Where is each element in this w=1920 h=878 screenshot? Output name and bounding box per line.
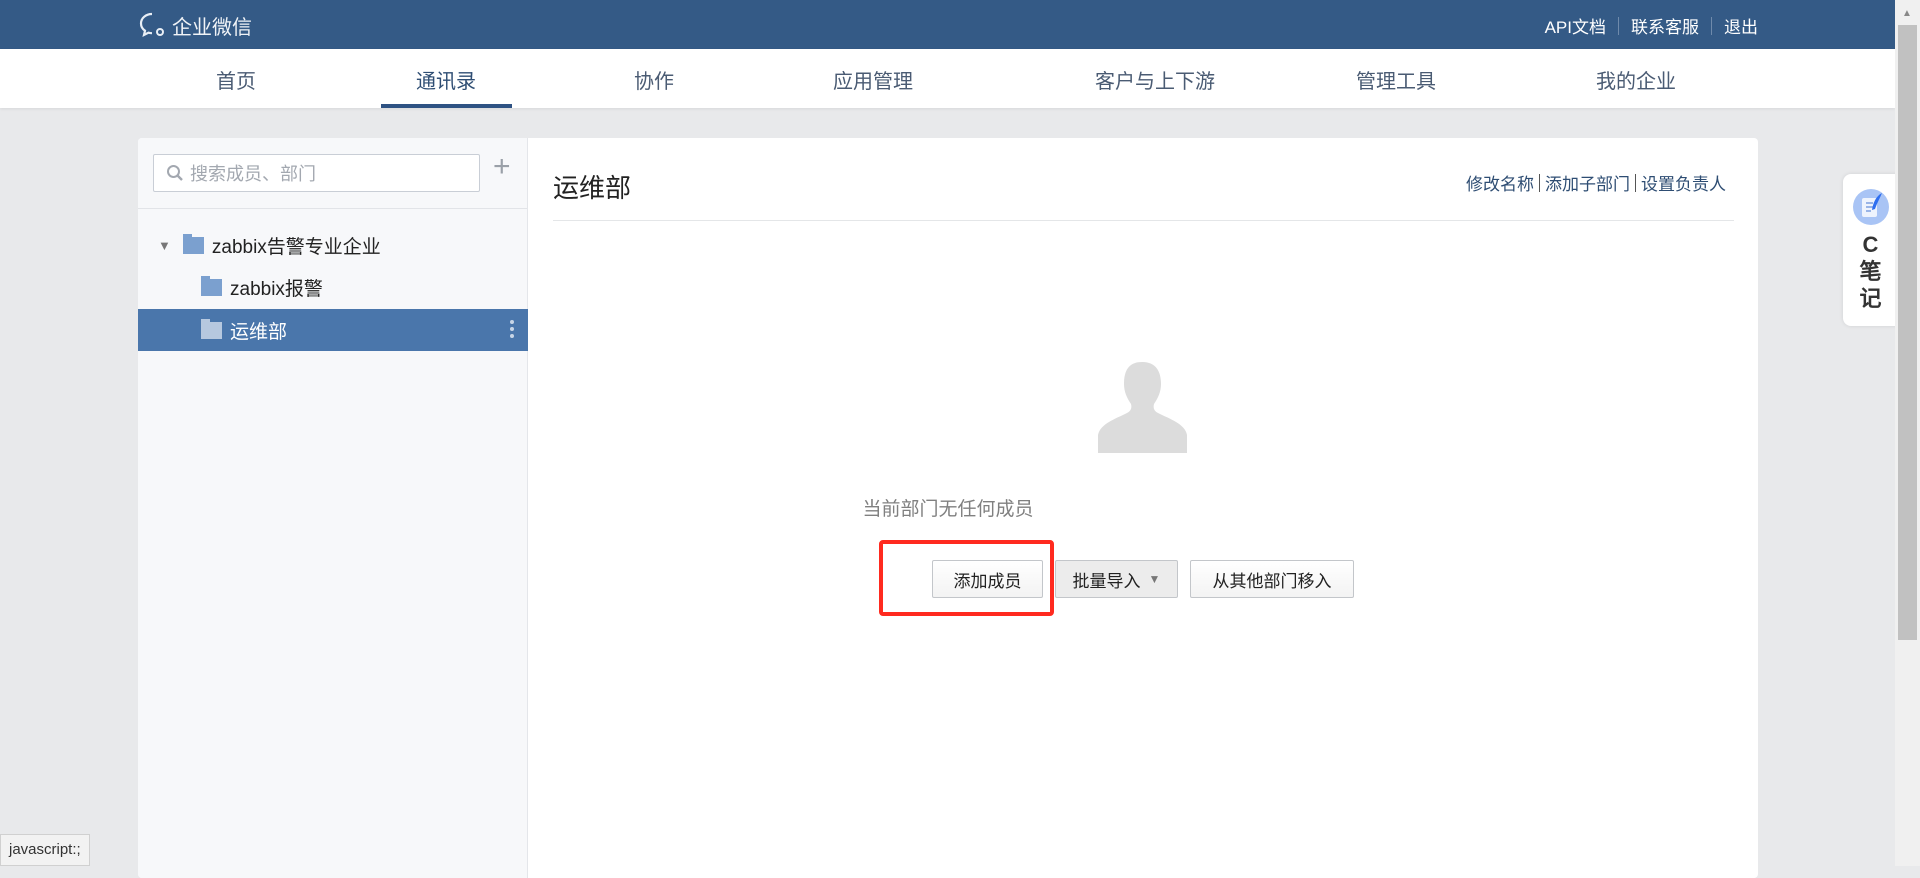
nav-contacts[interactable]: 通讯录 [416, 65, 476, 94]
tree-item-ops[interactable]: 运维部 [138, 309, 528, 351]
add-department-icon[interactable]: + [493, 150, 511, 184]
tree-item-label: zabbix报警 [230, 278, 323, 300]
widget-label: C笔记 [1859, 232, 1882, 311]
nav-admin-tools[interactable]: 管理工具 [1356, 65, 1436, 94]
folder-icon [201, 318, 222, 339]
tree-item-label: zabbix告警专业企业 [211, 236, 381, 258]
add-subdepartment-link[interactable]: 添加子部门 [1545, 170, 1630, 195]
department-title: 运维部 [553, 173, 632, 203]
nav-app-management[interactable]: 应用管理 [833, 65, 913, 94]
empty-avatar-icon [1098, 362, 1187, 453]
nav-home[interactable]: 首页 [216, 65, 256, 94]
divider [138, 208, 527, 209]
folder-icon [182, 233, 204, 254]
status-bar-url: javascript:; [0, 834, 90, 866]
wecom-logo-icon [139, 12, 164, 38]
nav-my-company[interactable]: 我的企业 [1596, 65, 1676, 94]
scroll-up-arrow-icon[interactable]: ▲ [1902, 8, 1912, 19]
empty-state-text: 当前部门无任何成员 [862, 499, 1034, 520]
highlight-annotation [879, 540, 1054, 616]
brand-name: 企业微信 [172, 16, 252, 39]
more-options-icon[interactable] [510, 320, 514, 338]
api-docs-link[interactable]: API文档 [1545, 13, 1606, 38]
active-tab-indicator [381, 104, 512, 108]
search-input[interactable]: 搜索成员、部门 [153, 154, 480, 192]
page-scrollbar[interactable]: ▲ [1895, 0, 1920, 866]
brand-logo[interactable]: 企业微信 [138, 10, 252, 40]
batch-import-button[interactable]: 批量导入 ▼ [1055, 560, 1178, 598]
dropdown-arrow-icon: ▼ [1148, 572, 1161, 586]
divider [553, 220, 1734, 221]
search-icon [167, 165, 183, 181]
rename-link[interactable]: 修改名称 [1466, 170, 1534, 195]
batch-import-label: 批量导入 [1072, 571, 1141, 591]
collapse-triangle-icon[interactable]: ▼ [158, 238, 171, 253]
notes-quill-icon [1852, 189, 1889, 225]
main-nav: 首页 通讯录 协作 应用管理 客户与上下游 管理工具 我的企业 [0, 49, 1895, 108]
scrollbar-thumb[interactable] [1898, 25, 1917, 640]
tree-item-zabbix-alert[interactable]: zabbix报警 [138, 266, 528, 308]
set-manager-link[interactable]: 设置负责人 [1641, 170, 1726, 195]
contacts-panel: 搜索成员、部门 + ▼ zabbix告警专业企业 zabbix报警 运维部 运维… [138, 138, 1758, 878]
search-placeholder: 搜索成员、部门 [190, 164, 316, 184]
folder-icon [201, 275, 222, 296]
nav-customers[interactable]: 客户与上下游 [1095, 65, 1215, 94]
c-notes-widget[interactable]: C笔记 [1843, 174, 1898, 326]
tree-item-root[interactable]: ▼ zabbix告警专业企业 [138, 224, 528, 266]
move-from-other-button[interactable]: 从其他部门移入 [1190, 560, 1354, 598]
top-bar: 企业微信 API文档 联系客服 退出 [0, 0, 1895, 49]
tree-item-label: 运维部 [230, 321, 288, 343]
logout-link[interactable]: 退出 [1724, 13, 1758, 38]
contact-support-link[interactable]: 联系客服 [1631, 13, 1699, 38]
nav-collaboration[interactable]: 协作 [634, 65, 674, 94]
